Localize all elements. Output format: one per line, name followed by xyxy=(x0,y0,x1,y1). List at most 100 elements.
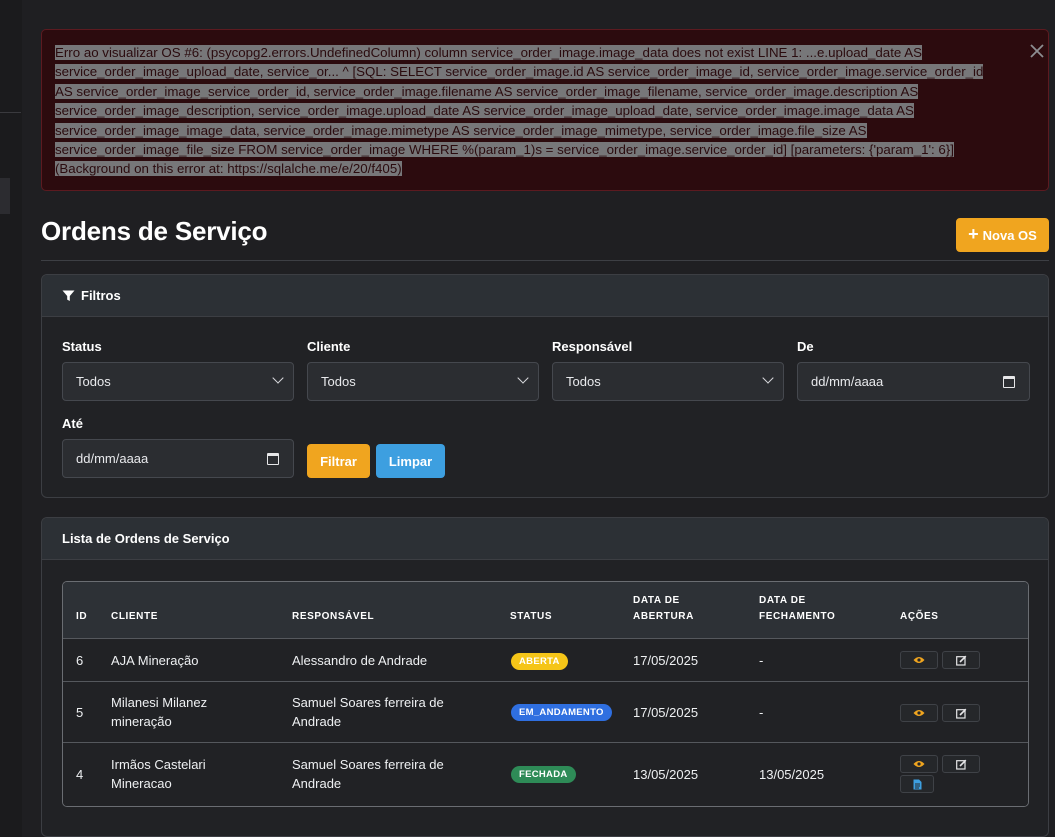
sidebar-divider xyxy=(0,112,21,113)
orders-list-card: Lista de Ordens de Serviço ID CLIENTE RE… xyxy=(41,517,1049,837)
row-closed: - xyxy=(759,705,764,720)
col-actions: AÇÕES xyxy=(900,611,939,622)
status-badge: FECHADA xyxy=(511,766,576,783)
error-alert: Erro ao visualizar OS #6: (psycopg2.erro… xyxy=(41,29,1049,191)
filter-icon xyxy=(62,290,75,301)
document-icon xyxy=(913,779,921,789)
main-content: Erro ao visualizar OS #6: (psycopg2.erro… xyxy=(22,0,1055,837)
row-client-line1: AJA Mineração xyxy=(111,653,199,668)
error-message: Erro ao visualizar OS #6: (psycopg2.erro… xyxy=(55,45,984,177)
status-badge: ABERTA xyxy=(511,653,568,670)
status-select-value: Todos xyxy=(76,374,111,389)
sidebar-active-item[interactable] xyxy=(0,178,10,214)
row-responsible: Samuel Soares ferreira de Andrade xyxy=(292,693,444,731)
new-os-button[interactable]: + Nova OS xyxy=(956,218,1049,252)
row-client-line2: Mineracao xyxy=(111,776,172,791)
list-title: Lista de Ordens de Serviço xyxy=(62,531,230,546)
plus-icon: + xyxy=(968,224,979,244)
filters-title: Filtros xyxy=(81,288,121,303)
pdf-button[interactable] xyxy=(900,775,934,793)
row-id: 4 xyxy=(76,767,84,782)
row-id: 5 xyxy=(76,705,84,720)
from-date-label: De xyxy=(797,339,814,354)
to-date-label: Até xyxy=(62,416,83,431)
from-date-placeholder: dd/mm/aaaa xyxy=(811,374,884,389)
list-header: Lista de Ordens de Serviço xyxy=(42,518,1048,560)
view-button[interactable] xyxy=(900,651,938,669)
row-client-line1: Milanesi Milanez xyxy=(111,695,208,710)
row-client-line2: mineração xyxy=(111,714,172,729)
edit-button[interactable] xyxy=(942,651,980,669)
filters-card: Filtros Status Todos Cliente Todos Respo… xyxy=(41,274,1049,498)
client-select-value: Todos xyxy=(321,374,356,389)
row-responsible-line2: Andrade xyxy=(292,714,342,729)
row-client: AJA Mineração xyxy=(111,651,198,670)
from-date-input[interactable]: dd/mm/aaaa xyxy=(797,362,1030,401)
row-client-line1: Irmãos Castelari xyxy=(111,757,206,772)
edit-button[interactable] xyxy=(942,704,980,722)
row-id: 6 xyxy=(76,653,84,668)
row-opened: 17/05/2025 xyxy=(633,705,699,720)
close-icon[interactable] xyxy=(1026,42,1048,64)
client-select[interactable]: Todos xyxy=(307,362,539,401)
to-date-placeholder: dd/mm/aaaa xyxy=(76,451,149,466)
responsible-select-value: Todos xyxy=(566,374,601,389)
edit-icon xyxy=(955,655,966,666)
eye-icon xyxy=(913,710,925,716)
sidebar xyxy=(0,0,22,837)
filters-header: Filtros xyxy=(42,275,1048,317)
col-closed-line2: FECHAMENTO xyxy=(759,611,836,622)
responsible-label: Responsável xyxy=(552,339,633,354)
calendar-icon[interactable] xyxy=(1003,376,1015,388)
row-client: Irmãos Castelari Mineracao xyxy=(111,755,206,793)
eye-icon xyxy=(913,657,925,663)
chevron-down-icon xyxy=(272,372,284,384)
row-responsible: Samuel Soares ferreira de Andrade xyxy=(292,755,444,793)
page-title: Ordens de Serviço xyxy=(41,216,268,246)
status-badge: EM_ANDAMENTO xyxy=(511,704,612,721)
client-label: Cliente xyxy=(307,339,351,354)
row-responsible-line1: Samuel Soares ferreira de xyxy=(292,695,444,710)
view-button[interactable] xyxy=(900,704,938,722)
status-select[interactable]: Todos xyxy=(62,362,294,401)
col-status: STATUS xyxy=(510,611,553,622)
col-id: ID xyxy=(76,611,88,622)
row-responsible-line1: Alessandro de Andrade xyxy=(292,653,428,668)
row-responsible-line2: Andrade xyxy=(292,776,342,791)
chevron-down-icon xyxy=(517,372,529,384)
col-closed-line1: DATA DE xyxy=(759,595,806,606)
chevron-down-icon xyxy=(762,372,774,384)
responsible-select[interactable]: Todos xyxy=(552,362,784,401)
view-button[interactable] xyxy=(900,755,938,773)
col-client: CLIENTE xyxy=(111,611,158,622)
row-closed: - xyxy=(759,653,764,668)
close-icon-glyph xyxy=(1030,44,1044,58)
edit-icon xyxy=(955,708,966,719)
table-row: 6 AJA Mineração Alessandro de Andrade AB… xyxy=(63,639,1028,682)
new-os-label: Nova OS xyxy=(982,227,1037,243)
row-client: Milanesi Milanez mineração xyxy=(111,693,207,731)
filter-button[interactable]: Filtrar xyxy=(307,444,370,478)
col-responsible: RESPONSÁVEL xyxy=(292,611,375,622)
col-opened: DATA DE ABERTURA xyxy=(633,593,694,625)
calendar-icon[interactable] xyxy=(267,453,279,465)
orders-table: ID CLIENTE RESPONSÁVEL STATUS DATA DE AB… xyxy=(62,581,1029,807)
row-closed: 13/05/2025 xyxy=(759,767,825,782)
status-label: Status xyxy=(62,339,102,354)
row-opened: 17/05/2025 xyxy=(633,653,699,668)
edit-button[interactable] xyxy=(942,755,980,773)
title-divider xyxy=(41,260,1049,261)
table-row: 4 Irmãos Castelari Mineracao Samuel Soar… xyxy=(63,743,1028,806)
col-closed: DATA DE FECHAMENTO xyxy=(759,593,835,625)
row-opened: 13/05/2025 xyxy=(633,767,699,782)
row-responsible: Alessandro de Andrade xyxy=(292,651,427,670)
table-header: ID CLIENTE RESPONSÁVEL STATUS DATA DE AB… xyxy=(63,582,1028,639)
row-responsible-line1: Samuel Soares ferreira de xyxy=(292,757,444,772)
col-opened-line1: DATA DE xyxy=(633,595,680,606)
eye-icon xyxy=(913,761,925,767)
edit-icon xyxy=(955,759,966,770)
to-date-input[interactable]: dd/mm/aaaa xyxy=(62,439,294,478)
col-opened-line2: ABERTURA xyxy=(633,611,694,622)
table-row: 5 Milanesi Milanez mineração Samuel Soar… xyxy=(63,682,1028,743)
clear-button[interactable]: Limpar xyxy=(376,444,445,478)
